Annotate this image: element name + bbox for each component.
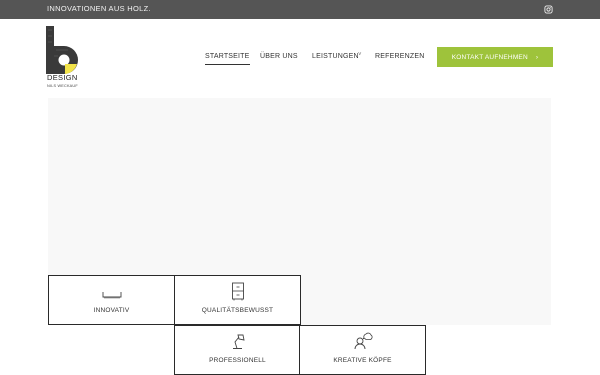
tagline: INNOVATIONEN AUS HOLZ. (47, 4, 151, 13)
chevron-down-icon[interactable]: ˅ (358, 52, 362, 58)
instagram-icon[interactable] (544, 5, 553, 14)
contact-button-label: KONTAKT AUFNEHMEN (451, 53, 528, 61)
nav-ueber-uns[interactable]: ÜBER UNS (260, 53, 298, 60)
nav-referenzen[interactable]: REFERENZEN (375, 53, 424, 60)
cabinet-icon (231, 282, 244, 301)
nav-leistungen[interactable]: LEISTUNGEN (312, 53, 359, 60)
feature-innovativ: INNOVATIV (48, 275, 175, 325)
feature-label: PROFESSIONELL (209, 357, 266, 364)
feature-label: QUALITÄTSBEWUSST (201, 307, 274, 314)
desk-lamp-icon (232, 334, 245, 349)
feature-kreative-koepfe: KREATIVE KÖPFE (299, 325, 426, 375)
arrow-right-icon: › (535, 53, 539, 61)
feature-professionell: PROFESSIONELL (174, 325, 301, 375)
feature-label: INNOVATIV (93, 307, 130, 314)
saw-blade-icon (102, 292, 121, 299)
brainstorm-icon (354, 332, 372, 350)
logo-subtitle: NILS WECKAUF (47, 84, 78, 88)
feature-qualitaetsbewusst: QUALITÄTSBEWUSST (174, 275, 301, 325)
nav-startseite[interactable]: STARTSEITE (205, 53, 250, 65)
contact-button[interactable]: KONTAKT AUFNEHMEN › (437, 47, 553, 67)
top-bar: INNOVATIONEN AUS HOLZ. (0, 0, 600, 19)
feature-label: KREATIVE KÖPFE (333, 357, 392, 364)
logo-title: DESIGN (47, 73, 78, 82)
